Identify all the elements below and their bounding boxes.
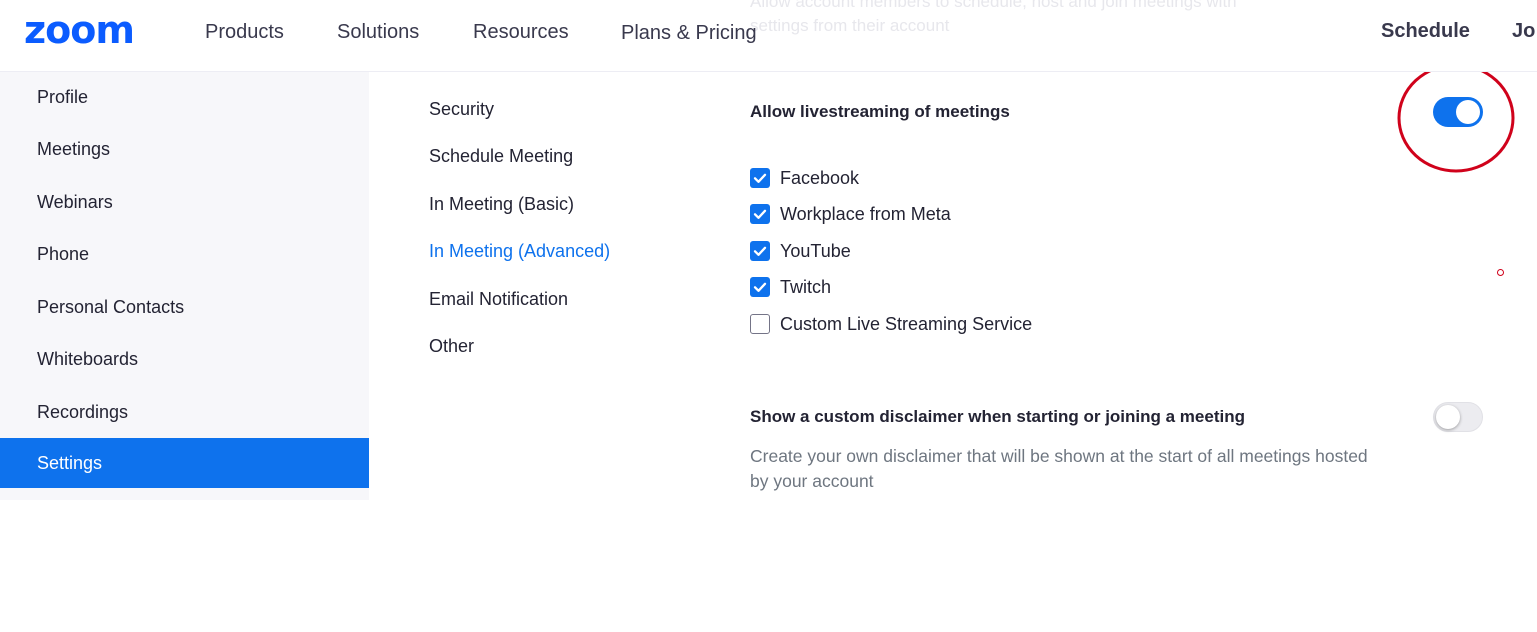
nav-resources[interactable]: Resources bbox=[473, 19, 569, 45]
tab-in-meeting-advanced[interactable]: In Meeting (Advanced) bbox=[429, 239, 610, 263]
facebook-label: Facebook bbox=[780, 168, 860, 188]
tab-email-notification[interactable]: Email Notification bbox=[429, 287, 568, 311]
top-navigation: Allow account members to schedule, host … bbox=[0, 0, 1537, 72]
custom-streaming-label: Custom Live Streaming Service bbox=[780, 314, 1033, 334]
disclaimer-description: Create your own disclaimer that will be … bbox=[750, 446, 1368, 491]
tab-schedule-meeting[interactable]: Schedule Meeting bbox=[429, 144, 573, 168]
toggle-knob bbox=[1436, 405, 1460, 429]
workplace-checkbox[interactable] bbox=[750, 204, 770, 224]
red-annotation-dot bbox=[1497, 269, 1504, 276]
disclaimer-toggle[interactable] bbox=[1433, 402, 1483, 432]
sidebar-item-profile[interactable]: Profile bbox=[0, 72, 369, 122]
toggle-knob bbox=[1456, 100, 1480, 124]
sidebar-item-settings[interactable]: Settings bbox=[0, 438, 369, 488]
youtube-label: YouTube bbox=[780, 241, 851, 261]
tab-security[interactable]: Security bbox=[429, 97, 494, 121]
facebook-checkbox[interactable] bbox=[750, 168, 770, 188]
twitch-label: Twitch bbox=[780, 277, 832, 297]
scrolled-description-line: Allow account members to schedule, host … bbox=[750, 0, 1237, 11]
livestream-setting-title: Allow livestreaming of meetings bbox=[750, 102, 1010, 121]
check-icon bbox=[753, 282, 767, 292]
scrolled-description: Allow account members to schedule, host … bbox=[750, 0, 1390, 38]
workplace-label: Workplace from Meta bbox=[780, 204, 951, 224]
sidebar: Profile Meetings Webinars Phone Personal… bbox=[0, 72, 369, 500]
tab-other[interactable]: Other bbox=[429, 334, 474, 358]
check-icon bbox=[753, 173, 767, 183]
custom-streaming-checkbox[interactable] bbox=[750, 314, 770, 334]
schedule-link[interactable]: Schedule bbox=[1381, 18, 1470, 44]
nav-plans-pricing[interactable]: Plans & Pricing bbox=[621, 20, 757, 46]
check-icon bbox=[753, 209, 767, 219]
sidebar-item-webinars[interactable]: Webinars bbox=[0, 177, 369, 227]
zoom-logo[interactable]: zoom bbox=[24, 8, 135, 52]
scrolled-description-line: settings from their account bbox=[750, 16, 950, 35]
livestream-toggle[interactable] bbox=[1433, 97, 1483, 127]
join-link[interactable]: Jo bbox=[1512, 18, 1535, 44]
tab-in-meeting-basic[interactable]: In Meeting (Basic) bbox=[429, 192, 574, 216]
disclaimer-setting-title: Show a custom disclaimer when starting o… bbox=[750, 407, 1245, 426]
nav-solutions[interactable]: Solutions bbox=[337, 19, 419, 45]
nav-products[interactable]: Products bbox=[205, 19, 284, 45]
twitch-checkbox[interactable] bbox=[750, 277, 770, 297]
sidebar-item-phone[interactable]: Phone bbox=[0, 229, 369, 279]
sidebar-item-meetings[interactable]: Meetings bbox=[0, 124, 369, 174]
youtube-checkbox[interactable] bbox=[750, 241, 770, 261]
check-icon bbox=[753, 246, 767, 256]
sidebar-item-whiteboards[interactable]: Whiteboards bbox=[0, 334, 369, 384]
sidebar-item-recordings[interactable]: Recordings bbox=[0, 387, 369, 437]
sidebar-item-personal-contacts[interactable]: Personal Contacts bbox=[0, 282, 369, 332]
